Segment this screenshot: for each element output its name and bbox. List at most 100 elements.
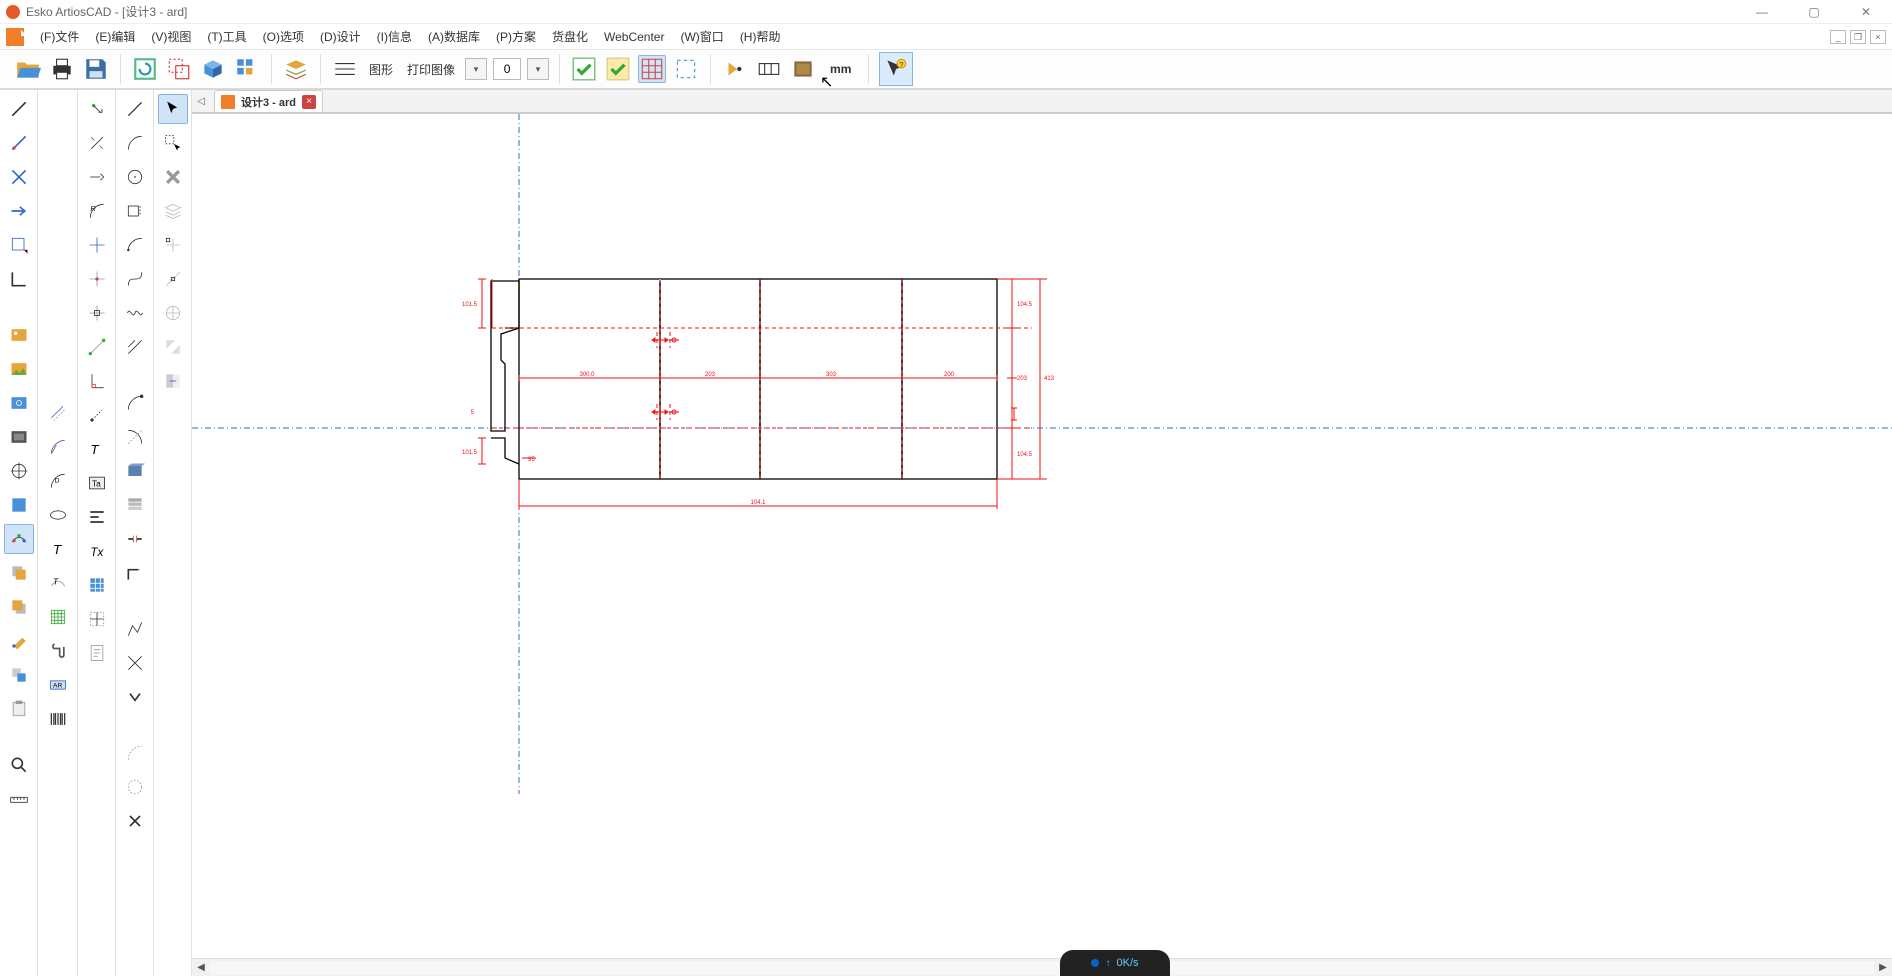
offset-line-tool[interactable] — [43, 398, 73, 428]
check-warn-button[interactable] — [604, 55, 632, 83]
line-angle-tool[interactable] — [4, 94, 34, 124]
3d-button[interactable] — [199, 55, 227, 83]
radius-tool[interactable]: R — [82, 196, 112, 226]
xline-tool[interactable] — [120, 648, 150, 678]
delete-tool[interactable] — [158, 162, 188, 192]
maximize-button[interactable]: ▢ — [1802, 5, 1826, 19]
send-back-tool[interactable] — [4, 558, 34, 588]
menu-options[interactable]: (O)选项 — [255, 28, 312, 45]
tab-nav-left[interactable]: ◁ — [192, 90, 210, 112]
hatch-tool[interactable] — [43, 602, 73, 632]
scroll-track[interactable] — [210, 961, 1874, 975]
canvas[interactable]: 101.5 101.5 5 300.0 203 303 200 104.1 10… — [192, 114, 1892, 958]
linetype-icon[interactable] — [331, 55, 359, 83]
color-stock-tool[interactable] — [4, 524, 34, 554]
snap-perp-tool[interactable] — [82, 366, 112, 396]
snap-mid-tool[interactable] — [82, 298, 112, 328]
break-tool[interactable] — [120, 524, 150, 554]
concircle-tool[interactable] — [120, 772, 150, 802]
menu-design[interactable]: (D)设计 — [312, 28, 369, 45]
layout-button[interactable] — [233, 55, 261, 83]
swap-face-tool[interactable] — [158, 366, 188, 396]
3d-fold-tool[interactable] — [120, 456, 150, 486]
move-line-tool[interactable] — [82, 128, 112, 158]
corner-tool[interactable] — [4, 264, 34, 294]
rebuild-button[interactable] — [131, 55, 159, 83]
arc-dim-tool[interactable]: D — [43, 466, 73, 496]
arc-mirror-tool[interactable] — [120, 422, 150, 452]
text-macro-tool[interactable]: T — [82, 434, 112, 464]
clone-tool[interactable] — [4, 660, 34, 690]
menu-view[interactable]: (V)视图 — [143, 28, 199, 45]
menu-window[interactable]: (W)窗口 — [672, 28, 731, 45]
menu-tools[interactable]: (T)工具 — [199, 28, 254, 45]
arrow-tool[interactable] — [4, 196, 34, 226]
trim-tool[interactable] — [4, 128, 34, 158]
menu-edit[interactable]: (E)编辑 — [87, 28, 143, 45]
image-register-tool[interactable] — [4, 388, 34, 418]
menu-help[interactable]: (H)帮助 — [732, 28, 789, 45]
print-button[interactable] — [48, 55, 76, 83]
snap-center-tool[interactable] — [158, 298, 188, 328]
clip-tool[interactable] — [43, 636, 73, 666]
snap-endpoint-tool[interactable] — [82, 332, 112, 362]
tab-active[interactable]: 设计3 - ard × — [214, 90, 323, 112]
stack-tool[interactable] — [120, 490, 150, 520]
direction-button[interactable] — [721, 55, 749, 83]
app-menu-icon[interactable] — [6, 28, 24, 46]
extend-corner-tool[interactable] — [120, 558, 150, 588]
scroll-left-button[interactable]: ◀ — [192, 962, 210, 973]
image-replace-tool[interactable] — [4, 354, 34, 384]
bounds-button[interactable] — [672, 55, 700, 83]
linetype-dropdown[interactable]: ▾ — [465, 58, 487, 80]
arc-start-tool[interactable] — [120, 388, 150, 418]
image-insert-tool[interactable] — [4, 320, 34, 350]
group-layer-tool[interactable] — [158, 196, 188, 226]
tab-close-button[interactable]: × — [302, 95, 316, 109]
image-crop-tool[interactable] — [4, 422, 34, 452]
align-center-tool[interactable] — [82, 604, 112, 634]
menu-webcenter[interactable]: WebCenter — [596, 30, 672, 44]
rectangle-tool[interactable] — [120, 196, 150, 226]
open-button[interactable] — [14, 55, 42, 83]
check-button[interactable] — [570, 55, 598, 83]
menu-palletize[interactable]: 货盘化 — [544, 28, 596, 45]
conarc-tool[interactable] — [120, 738, 150, 768]
pline-tool[interactable] — [120, 614, 150, 644]
flatview-button[interactable] — [755, 55, 783, 83]
pointage-dropdown[interactable]: ▾ — [527, 58, 549, 80]
foldview-button[interactable] — [789, 55, 817, 83]
align-tool[interactable] — [82, 502, 112, 532]
snap-corner-tool[interactable] — [158, 230, 188, 260]
circle-tool[interactable] — [120, 162, 150, 192]
mdi-close-button[interactable]: × — [1870, 30, 1886, 44]
snap-point-tool[interactable] — [82, 264, 112, 294]
ellipse-tool[interactable] — [43, 500, 73, 530]
paint-tool[interactable] — [4, 626, 34, 656]
direction-indicator-tool[interactable] — [82, 162, 112, 192]
select-tool[interactable] — [158, 94, 188, 124]
fill-tool[interactable] — [4, 490, 34, 520]
tangent-tool[interactable] — [43, 432, 73, 462]
menu-info[interactable]: (I)信息 — [369, 28, 420, 45]
blend-tool[interactable] — [120, 332, 150, 362]
clipboard-tool[interactable] — [4, 694, 34, 724]
snap-edge-tool[interactable] — [158, 264, 188, 294]
text-var-tool[interactable]: Tx — [82, 536, 112, 566]
scroll-right-button[interactable]: ▶ — [1874, 962, 1892, 973]
grid-fill-tool[interactable] — [82, 570, 112, 600]
barcode-tool[interactable] — [43, 704, 73, 734]
pointage-input[interactable] — [493, 58, 521, 80]
shade-tool[interactable] — [158, 332, 188, 362]
move-point-tool[interactable] — [82, 94, 112, 124]
arc3pt-tool[interactable] — [120, 230, 150, 260]
label-tool[interactable]: AR — [43, 670, 73, 700]
spline-tool[interactable] — [120, 298, 150, 328]
network-overlay[interactable]: ↑ 0K/s — [1060, 950, 1170, 976]
grid-snap-button[interactable] — [638, 55, 666, 83]
menu-database[interactable]: (A)数据库 — [420, 28, 488, 45]
select-similar-button[interactable] — [165, 55, 193, 83]
layers-button[interactable] — [282, 55, 310, 83]
registration-tool[interactable] — [4, 456, 34, 486]
arc-tool[interactable] — [120, 128, 150, 158]
